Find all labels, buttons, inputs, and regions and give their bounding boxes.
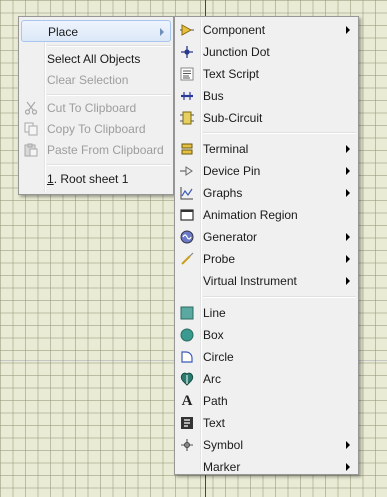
component-icon [179,22,195,38]
submenu-item-label: Animation Region [203,208,298,222]
submenu-item-label: Arc [203,372,221,386]
submenu-item-circle[interactable]: Circle [177,346,356,368]
submenu-item-generator[interactable]: Generator [177,226,356,248]
submenu-item-label: Probe [203,252,236,266]
menu-item-place[interactable]: Place [21,20,171,42]
submenu-item-label: Marker [203,460,241,474]
submenu-item-label: Text Script [203,67,260,81]
submenu-item-label: Generator [203,230,258,244]
menu-separator [47,164,171,166]
menu-item-select-all[interactable]: Select All Objects [21,48,171,70]
submenu-arrow-icon [346,463,350,471]
text-icon [179,415,195,431]
arc-icon [179,371,195,387]
menu-separator [47,45,171,47]
submenu-item-sub-circuit[interactable]: Sub-Circuit [177,107,356,129]
circle-icon [179,349,195,365]
bus-icon [179,88,195,104]
submenu-item-marker[interactable]: Marker [177,456,356,478]
submenu-item-label: Symbol [203,438,244,452]
root-sheet-text: . Root sheet 1 [53,172,129,186]
menu-separator [47,94,171,96]
menu-item-select-all-label: Select All Objects [47,52,141,66]
submenu-item-label: Bus [203,89,224,103]
submenu-arrow-icon [346,145,350,153]
submenu-item-label: Circle [203,350,234,364]
menu-item-clear-selection[interactable]: Clear Selection [21,69,171,91]
menu-item-paste[interactable]: Paste From Clipboard [21,139,171,161]
submenu-item-junction-dot[interactable]: Junction Dot [177,41,356,63]
menu-item-copy[interactable]: Copy To Clipboard [21,118,171,140]
submenu-item-label: Graphs [203,186,243,200]
submenu-item-component[interactable]: Component [177,19,356,41]
submenu-item-box[interactable]: Box [177,324,356,346]
submenu-arrow-icon [160,28,164,36]
submenu-item-text[interactable]: Text [177,412,356,434]
copy-icon [23,121,39,137]
terminal-icon [179,141,195,157]
submenu-arrow-icon [346,277,350,285]
submenu-item-label: Terminal [203,142,249,156]
menu-item-root-sheet-label: 1. Root sheet 1 [47,172,128,186]
submenu-item-label: Path [203,394,228,408]
menu-item-cut[interactable]: Cut To Clipboard [21,97,171,119]
submenu-arrow-icon [346,189,350,197]
submenu-item-symbol[interactable]: Symbol [177,434,356,456]
submenu-arrow-icon [346,167,350,175]
animation-region-icon [179,207,195,223]
submenu-item-virtual-instrument[interactable]: Virtual Instrument [177,270,356,292]
root-sheet-accelerator: 1 [47,172,54,186]
paste-icon [23,142,39,158]
junction-dot-icon [179,44,195,60]
submenu-item-label: Virtual Instrument [203,274,297,288]
submenu-item-terminal[interactable]: Terminal [177,138,356,160]
submenu-arrow-icon [346,233,350,241]
submenu-arrow-icon [346,255,350,263]
place-submenu: Component Junction Dot Text Script Bus S… [174,16,359,475]
context-menu: Place Select All Objects Clear Selection… [18,16,174,195]
submenu-item-label: Junction Dot [203,45,270,59]
scissors-icon [23,100,39,116]
probe-icon [179,251,195,267]
menu-item-paste-label: Paste From Clipboard [47,143,164,157]
submenu-item-label: Sub-Circuit [203,111,263,125]
path-icon: A [181,393,193,409]
menu-item-cut-label: Cut To Clipboard [47,101,137,115]
submenu-item-label: Box [203,328,224,342]
box-icon [179,327,195,343]
submenu-item-label: Text [203,416,226,430]
line-icon [179,305,195,321]
submenu-item-path[interactable]: A Path [177,390,356,412]
submenu-item-probe[interactable]: Probe [177,248,356,270]
submenu-item-text-script[interactable]: Text Script [177,63,356,85]
menu-separator [203,132,356,134]
menu-separator [203,296,356,298]
submenu-item-bus[interactable]: Bus [177,85,356,107]
sub-circuit-icon [179,110,195,126]
menu-item-clear-selection-label: Clear Selection [47,73,129,87]
submenu-item-label: Line [203,306,226,320]
graphs-icon [179,185,195,201]
submenu-item-device-pin[interactable]: Device Pin [177,160,356,182]
submenu-item-label: Component [203,23,266,37]
menu-item-place-label: Place [48,25,79,39]
submenu-item-line[interactable]: Line [177,302,356,324]
text-script-icon [179,66,195,82]
generator-icon [179,229,195,245]
submenu-item-arc[interactable]: Arc [177,368,356,390]
submenu-item-graphs[interactable]: Graphs [177,182,356,204]
submenu-arrow-icon [346,441,350,449]
submenu-arrow-icon [346,26,350,34]
submenu-item-animation-region[interactable]: Animation Region [177,204,356,226]
menu-item-root-sheet[interactable]: 1. Root sheet 1 [21,168,171,190]
menu-item-copy-label: Copy To Clipboard [47,122,146,136]
device-pin-icon [179,163,195,179]
submenu-item-label: Device Pin [203,164,261,178]
symbol-icon [179,437,195,453]
